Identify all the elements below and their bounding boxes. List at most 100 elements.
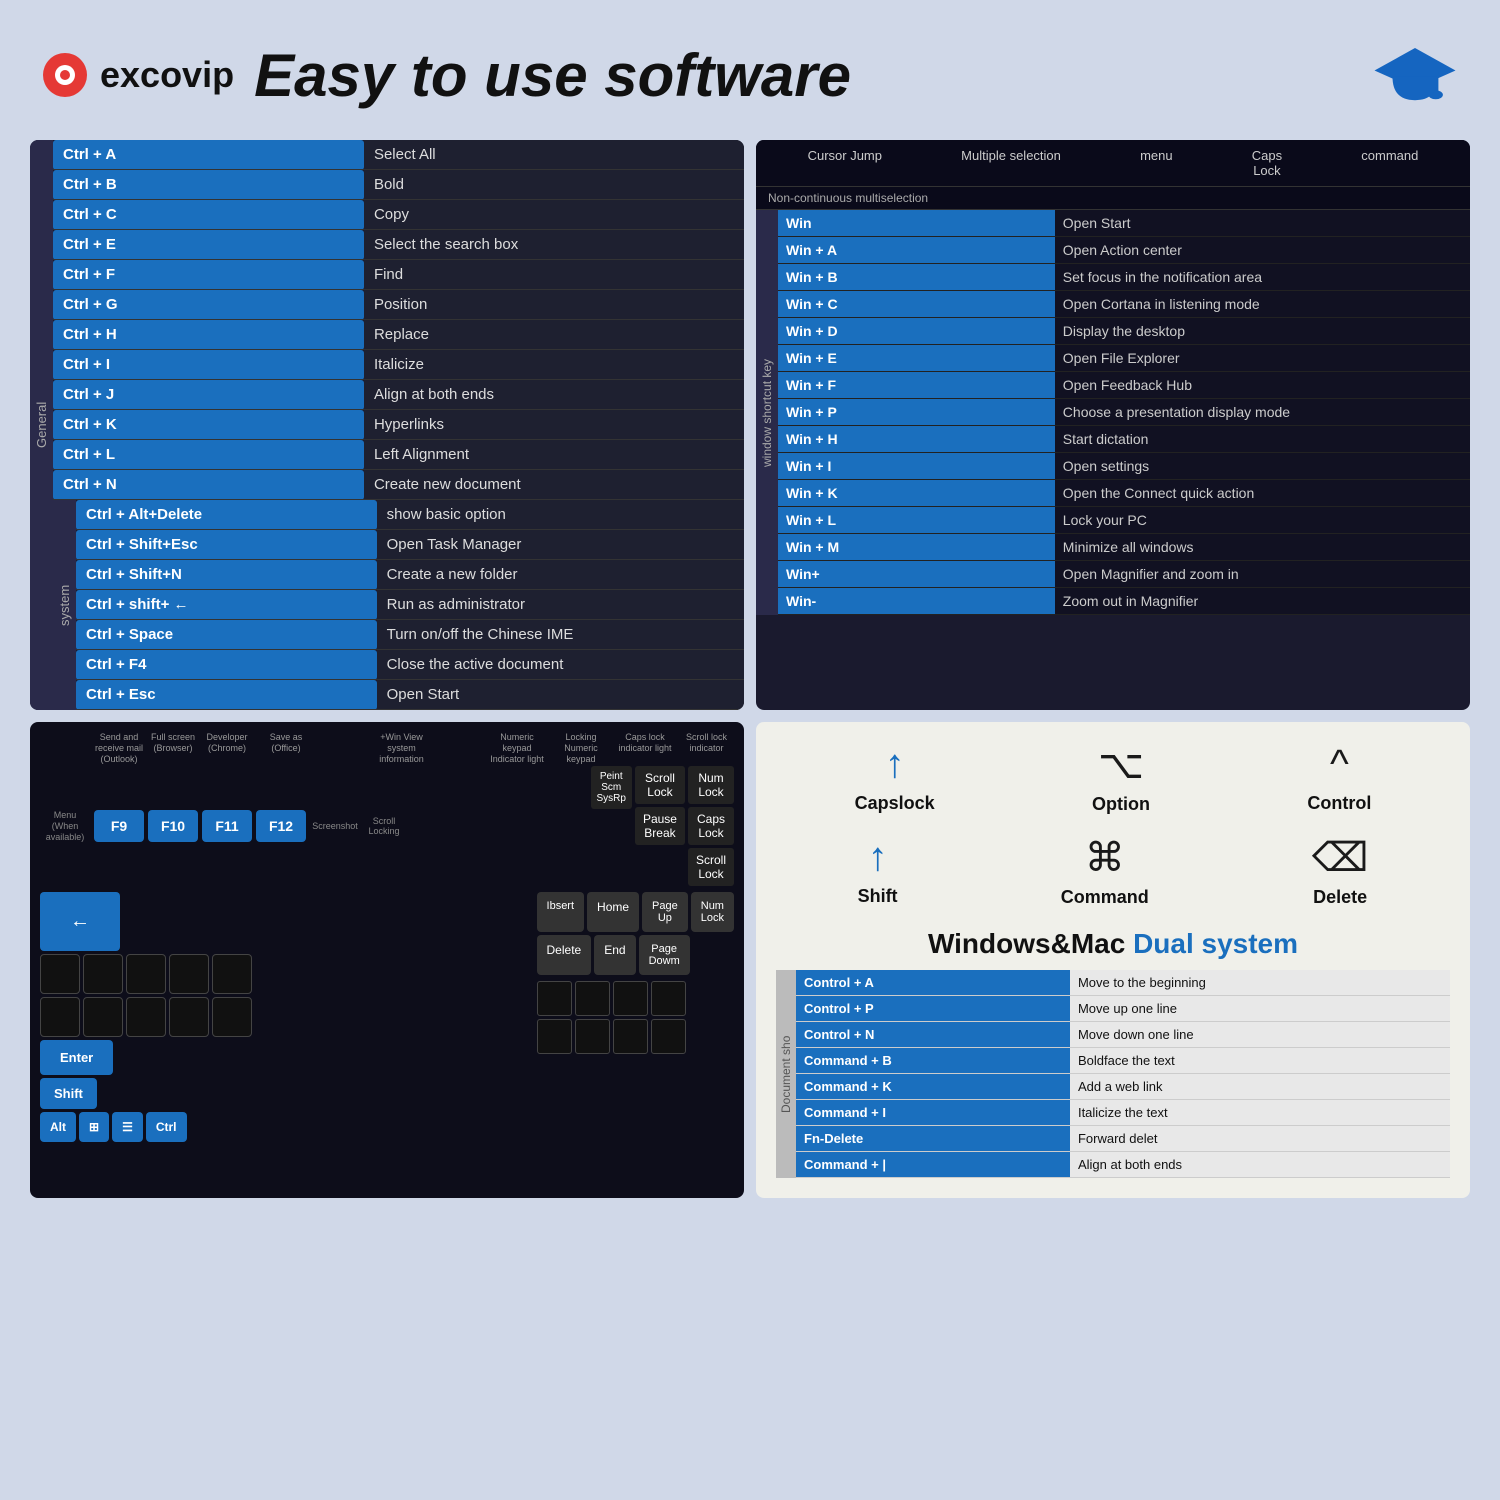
win-shortcut-key: Win + E	[778, 345, 1055, 372]
alt-key[interactable]: Alt	[40, 1112, 76, 1142]
win-shortcut-key: Win + M	[778, 534, 1055, 561]
pause-break-key[interactable]: PauseBreak	[635, 807, 685, 845]
shortcut-action: Copy	[364, 200, 744, 230]
ann-scrollind: Scroll lock indicator	[679, 732, 734, 764]
f9-key[interactable]: F9	[94, 810, 144, 842]
home-key[interactable]: Home	[587, 892, 639, 932]
dark-key-1[interactable]	[40, 954, 80, 994]
numpad-7[interactable]	[613, 1019, 648, 1054]
dark-key-3[interactable]	[126, 954, 166, 994]
shortcut-action: Run as administrator	[377, 590, 744, 620]
shortcut-key: Ctrl + I	[53, 350, 364, 380]
shortcut-key: Ctrl + shift+ ←	[76, 590, 377, 620]
mac-shortcut-row: Command + |Align at both ends	[796, 1152, 1450, 1178]
scroll-lock-key2[interactable]: ScrollLock	[688, 848, 734, 886]
numpad-5[interactable]	[537, 1019, 572, 1054]
win-shortcut-key: Win + B	[778, 264, 1055, 291]
keyboard-right: Ibsert Home PageUp NumLock Delete End Pa…	[537, 892, 734, 1142]
dark-key-10[interactable]	[212, 997, 252, 1037]
mac-shortcut-action: Add a web link	[1070, 1074, 1450, 1100]
win-shortcut-key: Win + K	[778, 480, 1055, 507]
mac-shortcut-row: Control + NMove down one line	[796, 1022, 1450, 1048]
ann-capslock: Caps lock indicator light	[615, 732, 675, 764]
dark-key-5[interactable]	[212, 954, 252, 994]
win-shortcut-key: Win + F	[778, 372, 1055, 399]
numpad-6[interactable]	[575, 1019, 610, 1054]
win-header-noncont: Non-continuous multiselection	[756, 187, 1470, 210]
shortcut-action: show basic option	[377, 500, 744, 530]
win-header-info: Cursor Jump Multiple selection menu Caps…	[756, 140, 1470, 187]
f12-key[interactable]: F12	[256, 810, 306, 842]
shift-key[interactable]: Shift	[40, 1078, 97, 1109]
insert-key[interactable]: Ibsert	[537, 892, 585, 932]
win-section-label: window shortcut key	[756, 210, 778, 615]
command-symbol: ⌘	[1085, 835, 1125, 881]
mac-shortcut-action: Forward delet	[1070, 1126, 1450, 1152]
shortcut-key: Ctrl + Shift+Esc	[76, 530, 377, 560]
delete-symbol: ⌫	[1312, 835, 1369, 881]
win-table-wrapper: window shortcut key WinOpen StartWin + A…	[756, 210, 1470, 615]
windows-shortcuts-panel: Cursor Jump Multiple selection menu Caps…	[756, 140, 1470, 710]
enter-row: Enter	[40, 1040, 531, 1075]
pageup-key[interactable]: PageUp	[642, 892, 688, 932]
win-shortcut-key: Win	[778, 210, 1055, 237]
numpad-8[interactable]	[651, 1019, 686, 1054]
num-lock-key[interactable]: NumLock	[688, 766, 734, 804]
ann-locknum: Locking Numeric keypad	[551, 732, 611, 764]
win-header-command: command	[1361, 148, 1418, 178]
win-shortcut-key: Win + A	[778, 237, 1055, 264]
left-arrow-key[interactable]: ←	[40, 892, 120, 951]
end-key[interactable]: End	[594, 935, 635, 975]
system-shortcut-row: Ctrl + shift+ ←Run as administrator	[76, 590, 744, 620]
numpad-1[interactable]	[537, 981, 572, 1016]
win-shortcut-action: Open settings	[1055, 453, 1470, 480]
ann-viewsys: +Win View system information	[367, 732, 437, 764]
win-shortcut-row: Win + MMinimize all windows	[778, 534, 1470, 561]
numpad-3[interactable]	[613, 981, 648, 1016]
mac-shortcut-action: Move down one line	[1070, 1022, 1450, 1048]
win-shortcut-action: Open Magnifier and zoom in	[1055, 561, 1470, 588]
shortcut-action: Hyperlinks	[364, 410, 744, 440]
shift-key-item: ↑ Shift	[858, 835, 898, 908]
win-shortcut-row: Win + BSet focus in the notification are…	[778, 264, 1470, 291]
enter-key[interactable]: Enter	[40, 1040, 113, 1075]
win-key[interactable]: ⊞	[79, 1112, 109, 1142]
menu-key[interactable]: ☰	[112, 1112, 143, 1142]
option-label: Option	[1092, 794, 1150, 815]
ctrl-key[interactable]: Ctrl	[146, 1112, 187, 1142]
f11-key[interactable]: F11	[202, 810, 252, 842]
numpad-4[interactable]	[651, 981, 686, 1016]
numpad-2[interactable]	[575, 981, 610, 1016]
graduation-icon	[1370, 30, 1460, 120]
nav-row1: Ibsert Home PageUp NumLock	[537, 892, 734, 932]
pagedown-key[interactable]: PageDowm	[639, 935, 690, 975]
shortcut-key: Ctrl + K	[53, 410, 364, 440]
win-shortcut-key: Win + I	[778, 453, 1055, 480]
dark-key-2[interactable]	[83, 954, 123, 994]
win-shortcut-action: Choose a presentation display mode	[1055, 399, 1470, 426]
mac-bottom-keys: ↑ Shift ⌘ Command ⌫ Delete	[776, 835, 1450, 908]
shift-symbol: ↑	[868, 835, 888, 880]
shift-label-mac: Shift	[858, 886, 898, 907]
win-shortcut-row: Win + FOpen Feedback Hub	[778, 372, 1470, 399]
logo-icon	[40, 50, 90, 100]
f10-key[interactable]: F10	[148, 810, 198, 842]
dark-key-6[interactable]	[40, 997, 80, 1037]
dark-key-4[interactable]	[169, 954, 209, 994]
dark-key-9[interactable]	[169, 997, 209, 1037]
win-header-menu: menu	[1140, 148, 1173, 178]
numlock-key[interactable]: NumLock	[691, 892, 734, 932]
dark-key-8[interactable]	[126, 997, 166, 1037]
caps-lock-key2[interactable]: CapsLock	[688, 807, 734, 845]
scroll-lock-key[interactable]: ScrollLock	[635, 766, 685, 804]
win-shortcut-action: Lock your PC	[1055, 507, 1470, 534]
peint-key[interactable]: PeintScmSysRp	[591, 766, 632, 809]
shortcut-action: Replace	[364, 320, 744, 350]
ann-developer: Developer (Chrome)	[202, 732, 252, 764]
win-shortcut-key: Win-	[778, 588, 1055, 615]
shortcut-action: Position	[364, 290, 744, 320]
delete-key[interactable]: Delete	[537, 935, 592, 975]
dark-key-7[interactable]	[83, 997, 123, 1037]
delete-label-mac: Delete	[1313, 887, 1367, 908]
win-shortcut-action: Open File Explorer	[1055, 345, 1470, 372]
